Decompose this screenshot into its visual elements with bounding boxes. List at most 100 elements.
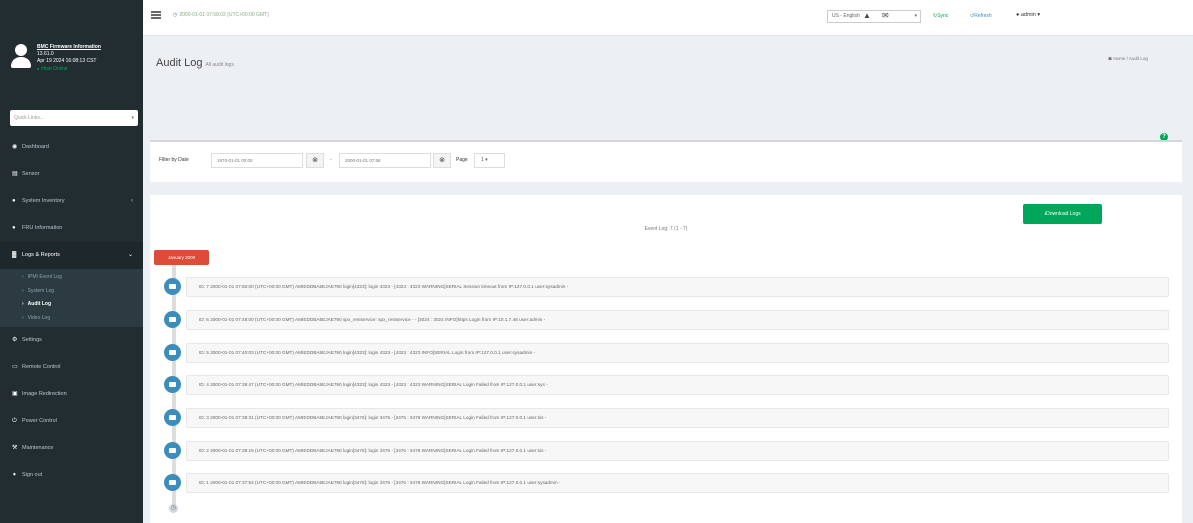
envelope-icon: [164, 409, 181, 426]
sidebar-subitem-video-log[interactable]: › Video Log: [0, 312, 143, 326]
sidebar-item-system-inventory[interactable]: ● System Inventory ‹: [0, 188, 143, 215]
chevron-down-icon: ▾: [914, 13, 917, 19]
sidebar-subitem-ipmi-event-log[interactable]: › IPMI Event Log: [0, 271, 143, 285]
dashboard-icon: ◉: [12, 144, 18, 150]
avatar-icon: [10, 44, 32, 68]
start-date-input[interactable]: 1970-01-01 00:00: [211, 153, 303, 168]
sidebar-item-remote-control[interactable]: ▭ Remote Control: [0, 354, 143, 381]
language-select[interactable]: US - English ▾: [827, 10, 921, 23]
quick-links-placeholder: Quick Links...: [14, 115, 45, 121]
sync-label: Sync: [937, 13, 949, 19]
user-panel: BMC Firmware Information 13.61.0 Apr 19 …: [0, 0, 143, 96]
sidebar-item-power-control[interactable]: ⏻ Power Control: [0, 408, 143, 435]
sign-out-icon: ➧: [12, 472, 18, 478]
firmware-build-date: Apr 19 2024 16:08:13 CST: [37, 58, 97, 64]
breadcrumb: ☗ Home / Audit Log: [1108, 56, 1148, 61]
language-value: US - English: [832, 13, 860, 19]
chevron-right-icon: ›: [22, 287, 24, 294]
calendar-clear-icon[interactable]: ⊗: [433, 153, 451, 168]
envelope-icon: [164, 376, 181, 393]
sidebar-subitem-label: Video Log: [27, 314, 51, 321]
chevron-down-icon: ⌄: [127, 252, 133, 258]
page-value: 1: [481, 157, 484, 163]
breadcrumb-current: Audit Log: [1128, 56, 1148, 61]
sidebar-item-dashboard[interactable]: ◉ Dashboard: [0, 134, 143, 161]
bmc-datetime: 2000-01-01 07:58:02 (UTC+00:00 GMT): [173, 12, 268, 18]
event-log-count: Event Log: 7 (1 - 7): [644, 226, 688, 232]
envelope-icon: [164, 442, 181, 459]
menu-toggle-icon[interactable]: [151, 11, 161, 19]
sidebar-item-label: Dashboard: [22, 144, 49, 150]
refresh-button[interactable]: ↺Refresh: [970, 13, 992, 19]
server-icon: ▤: [12, 171, 18, 177]
sidebar-item-maintenance[interactable]: ⚒ Maintenance: [0, 435, 143, 462]
page-subtitle: All audit logs: [205, 62, 234, 68]
end-date-input[interactable]: 2000-01-01 07:58: [339, 153, 431, 168]
log-entry: ID: 6 2000-01-01 07:48:00 (UTC+00:00 GMT…: [186, 310, 1169, 330]
chevron-right-icon: ›: [22, 274, 24, 280]
home-icon: ☗: [1108, 56, 1113, 61]
host-status: Host Online: [37, 65, 101, 73]
sidebar-item-label: Image Redirection: [22, 391, 67, 397]
timeline-item: ID: 6 2000-01-01 07:48:00 (UTC+00:00 GMT…: [164, 310, 1169, 330]
quick-links-select[interactable]: Quick Links... ▾: [10, 110, 138, 126]
calendar-clear-icon[interactable]: ⊗: [306, 153, 324, 168]
sidebar-item-label: Logs & Reports: [22, 252, 60, 258]
timeline-item: ID: 1 2000-01-01 07:37:54 (UTC+00:00 GMT…: [164, 473, 1169, 493]
chevron-right-icon: ›: [22, 301, 24, 307]
wrench-icon: ⚒: [12, 445, 18, 451]
sidebar-item-label: Maintenance: [22, 445, 54, 451]
envelope-icon: [164, 474, 181, 491]
user-info: BMC Firmware Information 13.61.0 Apr 19 …: [37, 44, 101, 73]
chevron-right-icon: ›: [22, 314, 24, 321]
sidebar-item-label: Sign out: [22, 472, 43, 478]
info-icon: ●: [12, 198, 16, 204]
firmware-version: 13.61.0: [37, 51, 54, 57]
page-title-text: Audit Log: [156, 57, 203, 69]
info-icon: ●: [12, 225, 16, 231]
sidebar-item-image-redirection[interactable]: ▣ Image Redirection: [0, 381, 143, 408]
timeline-item: ID: 5 2000-01-01 07:40:03 (UTC+00:00 GMT…: [164, 343, 1169, 363]
timeline-item: ID: 7 2000-01-01 07:50:00 (UTC+00:00 GMT…: [164, 277, 1169, 297]
user-menu[interactable]: ● admin ▾: [1016, 12, 1040, 18]
page-select[interactable]: 1 ▾: [474, 153, 505, 168]
log-entry: ID: 4 2000-01-01 07:39:47 (UTC+00:00 GMT…: [186, 375, 1169, 395]
sidebar-item-label: Power Control: [22, 418, 57, 424]
log-entry: ID: 5 2000-01-01 07:40:03 (UTC+00:00 GMT…: [186, 343, 1169, 363]
envelope-icon: [164, 311, 181, 328]
date-range-separator: -: [330, 157, 332, 163]
download-logs-button[interactable]: ⭳Download Logs: [1023, 204, 1102, 224]
sidebar-item-label: System Inventory: [22, 198, 65, 204]
sidebar-subitem-system-log[interactable]: › System Log: [0, 285, 143, 299]
clock-icon: ◷: [169, 504, 178, 513]
page-label: Page: [456, 157, 468, 163]
sidebar-subitem-label: IPMI Event Log: [27, 274, 62, 280]
sidebar-item-settings[interactable]: ⚙ Settings: [0, 327, 143, 354]
chevron-down-icon: ▾: [131, 115, 134, 121]
power-icon: ⏻: [12, 418, 17, 424]
filter-box: Filter by Date 1970-01-01 00:00 ⊗ - 2000…: [150, 140, 1182, 182]
sidebar-item-fru-information[interactable]: ● FRU Information: [0, 215, 143, 242]
sidebar: BMC Firmware Information 13.61.0 Apr 19 …: [0, 0, 143, 523]
sync-button[interactable]: ↻Sync: [933, 13, 948, 19]
sidebar-subitem-label: Audit Log: [27, 301, 51, 307]
chart-icon: ▓: [12, 252, 17, 258]
download-logs-label: Download Logs: [1046, 211, 1081, 217]
timeline-item: ID: 2 2000-01-01 07:38:15 (UTC+00:00 GMT…: [164, 441, 1169, 461]
sidebar-subitem-audit-log[interactable]: › Audit Log: [0, 298, 143, 312]
sidebar-nav: ◉ Dashboard ▤ Sensor ● System Inventory ‹ ● F…: [0, 134, 143, 489]
sidebar-item-sign-out[interactable]: ➧ Sign out: [0, 462, 143, 489]
media-icon: ▣: [12, 391, 18, 397]
audit-log-box: ⭳Download Logs Event Log: 7 (1 - 7) Janu…: [150, 195, 1182, 523]
sidebar-item-sensor[interactable]: ▤ Sensor: [0, 161, 143, 188]
sidebar-item-label: Sensor: [22, 171, 40, 177]
envelope-icon: [164, 344, 181, 361]
timeline-item: ID: 3 2000-01-01 07:38:31 (UTC+00:00 GMT…: [164, 408, 1169, 428]
sidebar-item-logs-reports[interactable]: ▓ Logs & Reports ⌄: [0, 242, 143, 269]
breadcrumb-home[interactable]: Home: [1113, 56, 1125, 61]
log-entry: ID: 2 2000-01-01 07:38:15 (UTC+00:00 GMT…: [186, 441, 1169, 461]
filter-by-date-label: Filter by Date: [159, 157, 189, 163]
log-entry: ID: 7 2000-01-01 07:50:00 (UTC+00:00 GMT…: [186, 277, 1169, 297]
refresh-label: Refresh: [974, 13, 992, 19]
firmware-info-link[interactable]: BMC Firmware Information: [37, 44, 101, 51]
